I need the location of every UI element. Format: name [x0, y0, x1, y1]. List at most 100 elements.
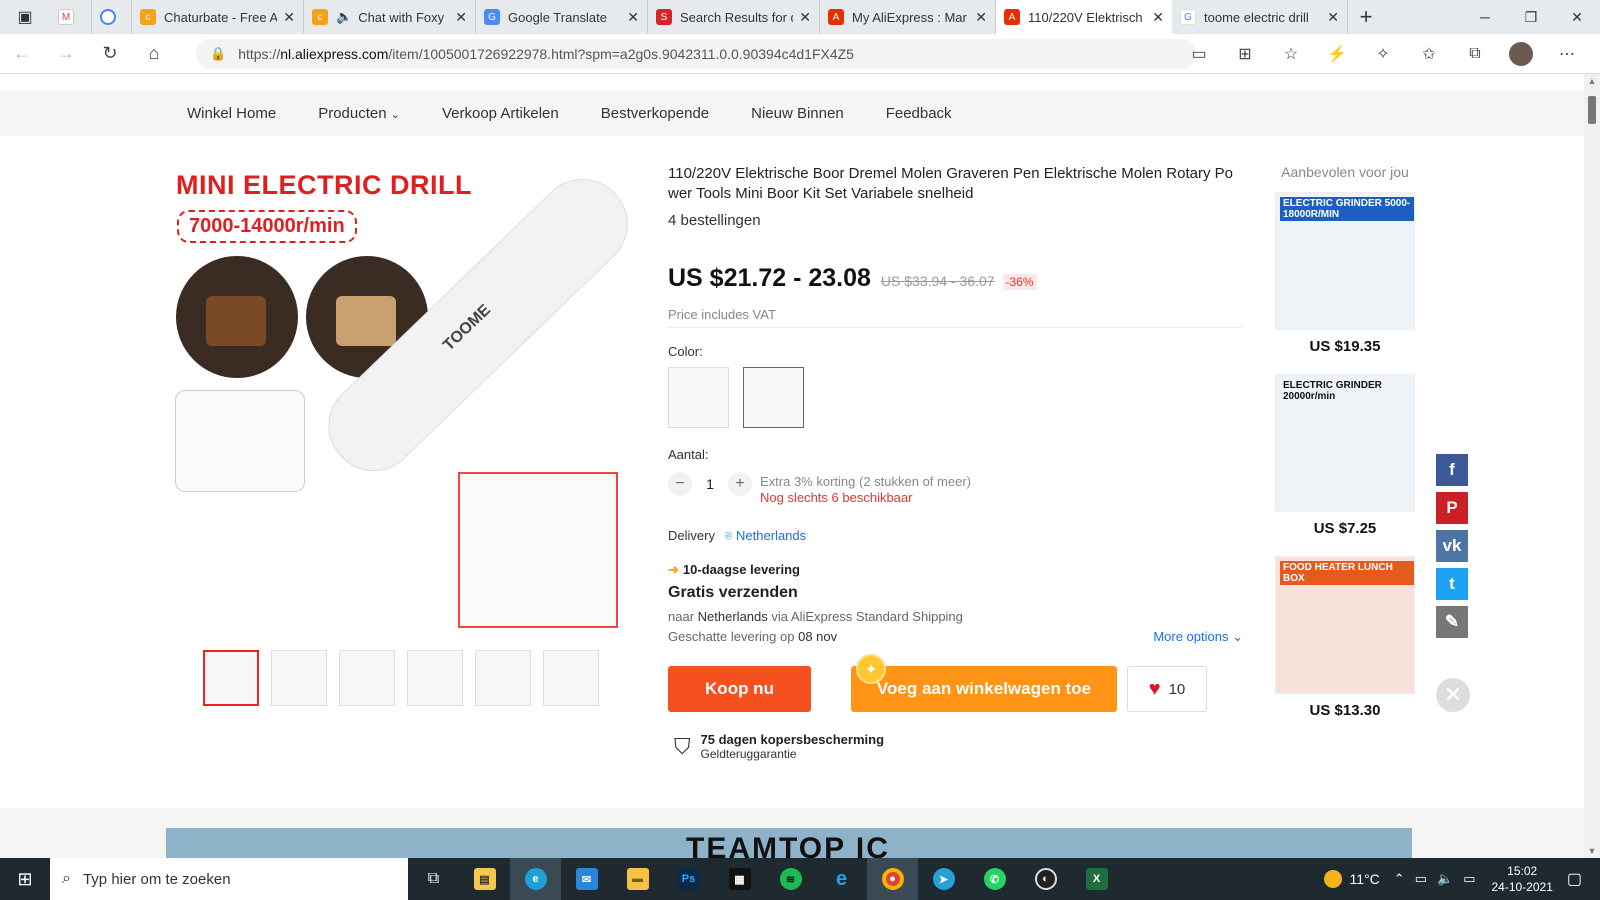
restore-icon[interactable]: ❐	[1508, 0, 1554, 34]
nav-store-home[interactable]: Winkel Home	[187, 105, 276, 122]
more-menu-icon[interactable]: ⋯	[1544, 44, 1590, 64]
more-options-link[interactable]: More options ⌄	[1153, 629, 1243, 645]
nav-bestsellers[interactable]: Bestverkopende	[601, 105, 709, 122]
thumbnail-6[interactable]	[543, 650, 599, 706]
scroll-down-icon[interactable]: ▼	[1584, 846, 1600, 856]
extension-pink-icon[interactable]: ⚡	[1314, 44, 1360, 64]
buy-now-button[interactable]: Koop nu	[668, 666, 811, 712]
recommended-item-2[interactable]: ELECTRIC GRINDER 20000r/min US $7.25	[1275, 374, 1415, 537]
close-icon[interactable]: ✕	[627, 9, 639, 26]
page-scrollbar[interactable]: ▲ ▼	[1584, 74, 1600, 858]
add-to-cart-button[interactable]: Voeg aan winkelwagen toe	[851, 666, 1117, 712]
recommended-image[interactable]: ELECTRIC GRINDER 5000-18000R/MIN	[1275, 192, 1415, 330]
pinterest-icon[interactable]: P	[1436, 492, 1468, 524]
store-banner[interactable]: TEAMTOP IC	[166, 828, 1412, 858]
mail-icon[interactable]: ✉	[561, 858, 612, 900]
nav-sale-items[interactable]: Verkoop Artikelen	[442, 105, 559, 122]
back-arrow-icon[interactable]: ←	[0, 34, 44, 74]
color-option-2[interactable]	[743, 367, 804, 428]
telegram-icon[interactable]: ➤	[918, 858, 969, 900]
extensions-icon[interactable]: ✧	[1360, 44, 1406, 64]
obs-icon[interactable]: ◐	[1020, 858, 1071, 900]
photoshop-icon[interactable]: Ps	[663, 858, 714, 900]
internet-explorer-icon[interactable]: e	[816, 858, 867, 900]
tab-search-results[interactable]: S Search Results for d ✕	[648, 0, 820, 34]
scroll-thumb[interactable]	[1588, 96, 1596, 124]
tab-product-active[interactable]: A 110/220V Elektrisch ✕	[996, 0, 1172, 34]
whatsapp-icon[interactable]: ✆	[969, 858, 1020, 900]
file-explorer-yellow-icon[interactable]: ▤	[459, 858, 510, 900]
excel-icon[interactable]: X	[1071, 858, 1122, 900]
recommended-item-1[interactable]: ELECTRIC GRINDER 5000-18000R/MIN US $19.…	[1275, 192, 1415, 355]
thumbnail-3[interactable]	[339, 650, 395, 706]
quantity-plus-button[interactable]: +	[728, 472, 752, 496]
quantity-value[interactable]: 1	[692, 476, 728, 492]
weather-widget[interactable]: 11°C	[1323, 870, 1380, 888]
tab-chaturbate[interactable]: c Chaturbate - Free A ✕	[132, 0, 304, 34]
tab-chat-foxy[interactable]: c 🔈 Chat with Foxy ✕	[304, 0, 476, 34]
apps-icon[interactable]: ⊞	[1222, 44, 1268, 64]
notifications-icon[interactable]: ▢	[1567, 869, 1582, 889]
tab-google-translate[interactable]: G Google Translate ✕	[476, 0, 648, 34]
speaker-icon[interactable]: 🔈	[336, 9, 352, 25]
favorites-icon[interactable]: ✩	[1406, 44, 1452, 64]
network-icon[interactable]: ▭	[1463, 871, 1475, 887]
edit-pencil-icon[interactable]: ✎	[1436, 606, 1468, 638]
tab-my-aliexpress[interactable]: A My AliExpress : Mar ✕	[820, 0, 996, 34]
quantity-minus-button[interactable]: −	[668, 472, 692, 496]
home-icon[interactable]: ⌂	[132, 34, 176, 74]
read-aloud-icon[interactable]: ▭	[1176, 44, 1222, 64]
taskbar-search-input[interactable]: ⌕ Typ hier om te zoeken	[50, 858, 408, 900]
minimize-icon[interactable]: ─	[1462, 0, 1508, 34]
thumbnail-2[interactable]	[271, 650, 327, 706]
clock[interactable]: 15:02 24-10-2021	[1491, 863, 1552, 895]
device-icon[interactable]: ▭	[1415, 871, 1427, 887]
tab-gmail[interactable]: M	[50, 0, 92, 34]
refresh-icon[interactable]: ↻	[88, 34, 132, 74]
recommended-image[interactable]: FOOD HEATER LUNCH BOX	[1275, 556, 1415, 694]
wishlist-button[interactable]: ♥ 10	[1127, 666, 1207, 712]
close-icon[interactable]: ✕	[1327, 9, 1339, 26]
lock-icon[interactable]: 🔒	[210, 46, 226, 62]
close-icon[interactable]: ✕	[455, 9, 467, 26]
close-icon[interactable]: ✕	[799, 9, 811, 26]
close-window-icon[interactable]: ✕	[1554, 0, 1600, 34]
nav-feedback[interactable]: Feedback	[886, 105, 952, 122]
forward-arrow-icon[interactable]: →	[44, 34, 88, 74]
color-option-1[interactable]	[668, 367, 729, 428]
volume-icon[interactable]: 🔈	[1437, 871, 1453, 887]
tab-google-search[interactable]: G toome electric drill ✕	[1172, 0, 1348, 34]
tab-actions-icon[interactable]: ▣	[0, 0, 50, 34]
vk-icon[interactable]: vk	[1436, 530, 1468, 562]
recommended-item-3[interactable]: FOOD HEATER LUNCH BOX US $13.30	[1275, 556, 1415, 719]
facebook-icon[interactable]: f	[1436, 454, 1468, 486]
folder-icon[interactable]: ▬	[612, 858, 663, 900]
thumbnail-4[interactable]	[407, 650, 463, 706]
tab-circle[interactable]	[92, 0, 132, 34]
nav-products[interactable]: Producten ⌄	[318, 105, 400, 122]
collections-icon[interactable]: ⧉	[1452, 45, 1498, 63]
profile-avatar[interactable]	[1498, 42, 1544, 66]
close-icon[interactable]: ✕	[1152, 9, 1164, 26]
url-field[interactable]: 🔒 https://nl.aliexpress.com/item/1005001…	[196, 39, 1196, 69]
thumbnail-1[interactable]	[203, 650, 259, 706]
chrome-icon[interactable]: ●	[867, 858, 918, 900]
media-app-icon[interactable]: ▦	[714, 858, 765, 900]
windows-start-icon[interactable]: ⊞	[0, 858, 50, 900]
recommended-image[interactable]: ELECTRIC GRINDER 20000r/min	[1275, 374, 1415, 512]
product-main-image[interactable]: MINI ELECTRIC DRILL 7000-14000r/min TOOM…	[168, 160, 648, 630]
thumbnail-5[interactable]	[475, 650, 531, 706]
close-icon[interactable]: ✕	[283, 9, 295, 26]
spotify-icon[interactable]: ≋	[765, 858, 816, 900]
scroll-up-icon[interactable]: ▲	[1584, 76, 1600, 86]
close-icon[interactable]: ✕	[975, 9, 987, 26]
nav-new-arrivals[interactable]: Nieuw Binnen	[751, 105, 844, 122]
delivery-country-link[interactable]: ⌾ Netherlands	[725, 528, 807, 543]
close-share-icon[interactable]: ✕	[1436, 678, 1470, 712]
task-view-icon[interactable]: ⧉	[408, 858, 459, 900]
new-tab-plus-icon[interactable]: +	[1348, 0, 1384, 34]
edge-icon[interactable]: e	[510, 858, 561, 900]
twitter-icon[interactable]: t	[1436, 568, 1468, 600]
add-favorite-icon[interactable]: ☆	[1268, 44, 1314, 64]
chevron-up-icon[interactable]: ⌃	[1394, 871, 1405, 887]
